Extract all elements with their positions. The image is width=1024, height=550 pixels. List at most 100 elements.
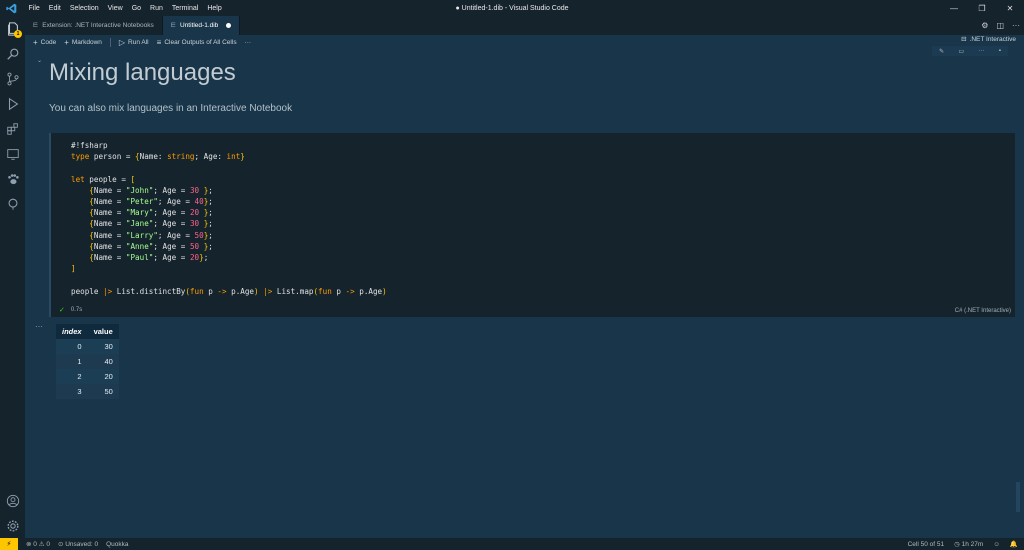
index-cell: 0 xyxy=(56,339,88,354)
extension-icon: ⋿ xyxy=(33,23,39,29)
warning-icon: ⚠ xyxy=(38,541,45,548)
table-header-row: index value xyxy=(56,324,119,339)
kernel-label: .NET Interactive xyxy=(969,35,1016,43)
code-line: {Name = "Peter"; Age = 40}; xyxy=(89,197,213,207)
error-count: 0 xyxy=(33,541,37,548)
source-control-icon[interactable] xyxy=(0,66,25,91)
notebook-icon: ⋿ xyxy=(170,23,176,29)
code-line: {Name = "Larry"; Age = 50}; xyxy=(89,230,213,240)
menu-file[interactable]: File xyxy=(24,5,44,12)
explorer-icon[interactable]: 1 xyxy=(0,16,25,41)
account-icon[interactable] xyxy=(0,488,25,513)
clear-outputs-label: Clear Outputs of All Cells xyxy=(164,38,237,46)
clock-icon: ◷ xyxy=(954,541,960,548)
code-line: {Name = "John"; Age = 30 }; xyxy=(89,185,213,195)
notebook-editor: ⌄ Mixing languages You can also mix lang… xyxy=(25,49,1024,538)
column-header-index: index xyxy=(56,324,88,339)
unsaved-indicator[interactable]: ⊙ Unsaved: 0 xyxy=(58,540,98,548)
warning-count: 0 xyxy=(46,541,50,548)
add-code-label: Code xyxy=(40,38,57,46)
clear-all-icon: ≡ xyxy=(156,37,162,47)
table-row: 3 50 xyxy=(56,384,119,399)
open-settings-icon[interactable]: ⚙ xyxy=(981,21,988,30)
menu-terminal[interactable]: Terminal xyxy=(167,5,202,12)
notifications-bell-icon[interactable]: 🔔 xyxy=(1010,540,1018,548)
more-actions-icon[interactable]: ··· xyxy=(1012,21,1020,30)
settings-gear-icon[interactable] xyxy=(0,513,25,538)
explorer-badge: 1 xyxy=(14,30,22,38)
value-cell: 30 xyxy=(87,339,119,354)
scrollbar-thumb[interactable] xyxy=(1016,482,1020,512)
clear-outputs-button[interactable]: ≡ Clear Outputs of All Cells xyxy=(157,38,237,47)
value-cell: 40 xyxy=(87,354,119,369)
minimize-button[interactable]: — xyxy=(940,0,968,16)
check-icon: ✓ xyxy=(59,307,65,314)
menu-view[interactable]: View xyxy=(103,5,127,12)
timer-label: 1h 27m xyxy=(961,541,984,548)
error-icon: ⊗ xyxy=(26,541,32,548)
split-editor-icon[interactable]: ◫ xyxy=(996,21,1004,30)
remote-indicator-icon[interactable]: ⚡ xyxy=(0,538,18,550)
menu-help[interactable]: Help xyxy=(203,5,226,12)
editor-tabs: ⋿ Extension: .NET Interactive Notebooks … xyxy=(25,16,1024,35)
table-row: 0 30 xyxy=(56,339,119,354)
code-line: {Name = "Anne"; Age = 50 }; xyxy=(89,241,213,251)
menu-selection[interactable]: Selection xyxy=(65,5,103,12)
menu-run[interactable]: Run xyxy=(146,5,168,12)
cell-language-picker[interactable]: C# (.NET Interactive) xyxy=(955,308,1011,314)
tab-untitled-notebook[interactable]: ⋿ Untitled-1.dib xyxy=(162,16,241,35)
unsaved-count: Unsaved: 0 xyxy=(65,541,99,548)
session-timer[interactable]: ◷ 1h 27m xyxy=(954,540,983,548)
modified-dot-icon[interactable] xyxy=(226,23,232,28)
tab-label: Untitled-1.dib xyxy=(180,22,219,29)
markdown-heading: Mixing languages xyxy=(49,59,236,86)
paw-icon[interactable] xyxy=(0,166,25,191)
code-editor[interactable]: #!fsharp type person = {Name: string; Age… xyxy=(71,140,387,297)
quokka-status[interactable]: Quokka xyxy=(106,541,128,548)
tab-label: Extension: .NET Interactive Notebooks xyxy=(42,22,154,29)
restore-button[interactable]: ❐ xyxy=(968,0,996,16)
feedback-icon[interactable]: ☺ xyxy=(993,541,1000,548)
cell-position[interactable]: Cell 50 of 51 xyxy=(908,541,945,548)
toolbar-more-button[interactable]: ··· xyxy=(245,39,252,46)
add-code-button[interactable]: + Code xyxy=(33,38,56,47)
code-line: ] xyxy=(71,264,76,274)
value-cell: 50 xyxy=(87,384,119,399)
menu-bar: File Edit Selection View Go Run Terminal… xyxy=(24,5,226,12)
extensions-icon[interactable] xyxy=(0,116,25,141)
output-more-icon[interactable]: ··· xyxy=(35,322,43,331)
remote-explorer-icon[interactable] xyxy=(0,141,25,166)
plus-icon: + xyxy=(33,37,38,47)
menu-go[interactable]: Go xyxy=(127,5,145,12)
check-icon: ⊙ xyxy=(57,541,64,548)
add-markdown-label: Markdown xyxy=(71,38,102,46)
cell-execution-status: ✓ 0.7s xyxy=(59,306,82,314)
run-all-button[interactable]: ▷ Run All xyxy=(119,38,149,47)
activity-bar: 1 xyxy=(0,16,25,538)
run-all-label: Run All xyxy=(128,38,149,46)
menu-edit[interactable]: Edit xyxy=(44,5,65,12)
code-cell[interactable]: #!fsharp type person = {Name: string; Age… xyxy=(49,133,1015,317)
notebook-toolbar: + Code + Markdown ▷ Run All ≡ Clear Outputs … xyxy=(25,35,1024,49)
markdown-paragraph: You can also mix languages in an Interac… xyxy=(49,103,293,114)
add-markdown-button[interactable]: + Markdown xyxy=(64,38,102,47)
problems-indicator[interactable]: ⊗ 0 ⚠ 0 xyxy=(26,540,50,548)
close-button[interactable]: ✕ xyxy=(996,0,1024,16)
index-cell: 2 xyxy=(56,369,88,384)
quokka-icon[interactable] xyxy=(0,191,25,216)
tab-extension[interactable]: ⋿ Extension: .NET Interactive Notebooks xyxy=(25,16,163,35)
run-all-icon: ▷ xyxy=(118,37,126,47)
run-debug-icon[interactable] xyxy=(0,91,25,116)
vscode-logo-icon xyxy=(4,1,18,15)
search-icon[interactable] xyxy=(0,41,25,66)
table-row: 1 40 xyxy=(56,354,119,369)
column-header-value: value xyxy=(87,324,119,339)
status-bar: ⚡ ⊗ 0 ⚠ 0 ⊙ Unsaved: 0 Quokka Cell 50 of… xyxy=(0,538,1024,550)
kernel-picker[interactable]: ⊟ .NET Interactive xyxy=(961,35,1016,44)
chevron-down-icon[interactable]: ⌄ xyxy=(37,57,42,64)
value-cell: 20 xyxy=(87,369,119,384)
execution-time: 0.7s xyxy=(70,307,83,313)
code-line: {Name = "Jane"; Age = 30 }; xyxy=(89,219,213,229)
